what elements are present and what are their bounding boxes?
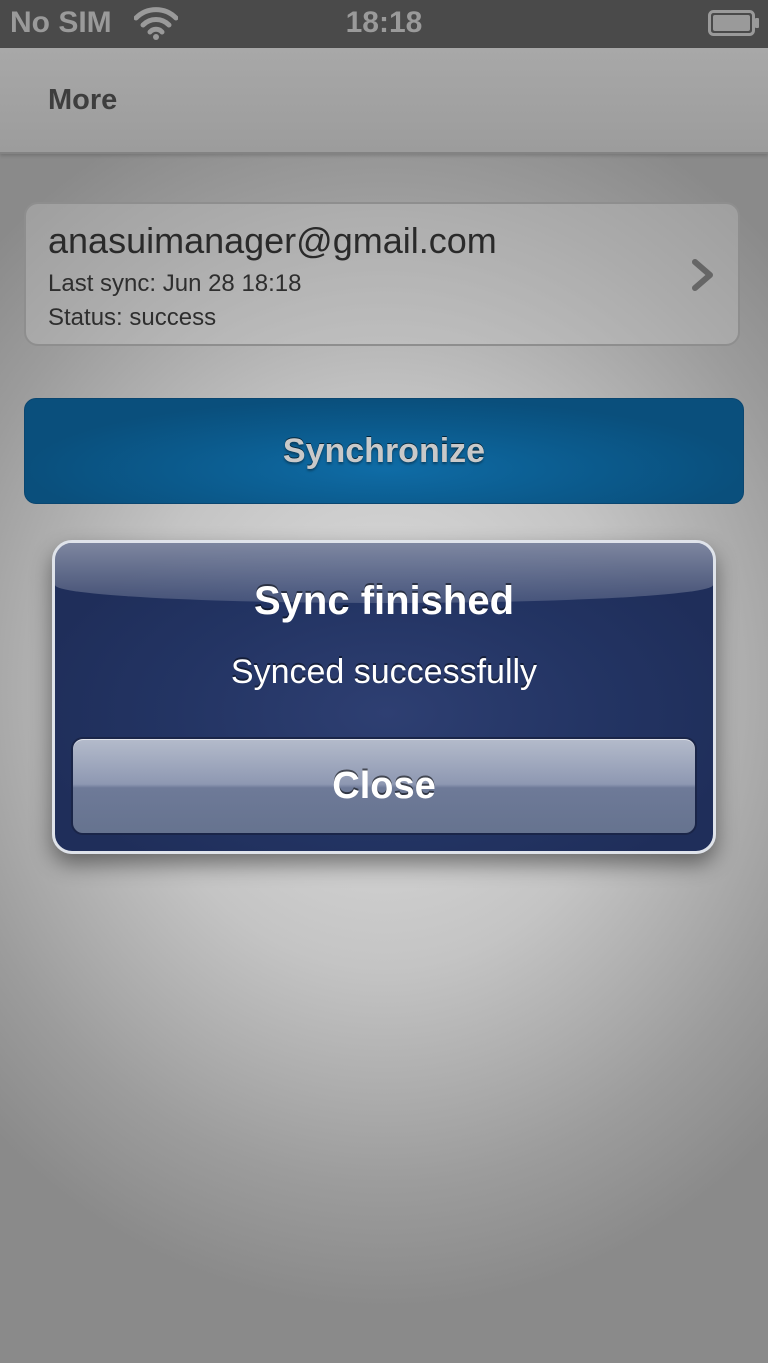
screen: No SIM 18:18 More anasuimanager@gmail.co… xyxy=(0,0,768,1363)
synchronize-button[interactable]: Synchronize xyxy=(24,398,744,504)
synchronize-button-label: Synchronize xyxy=(282,431,486,470)
navigation-bar: More xyxy=(0,48,768,154)
sync-status-label: Status: success xyxy=(48,304,217,331)
account-email: anasuimanager@gmail.com xyxy=(48,220,497,261)
close-button[interactable]: Close xyxy=(71,737,697,835)
status-bar: No SIM 18:18 xyxy=(0,0,768,48)
close-button-label: Close xyxy=(332,764,436,807)
alert-message: Synced successfully xyxy=(230,653,538,691)
account-row[interactable]: anasuimanager@gmail.com Last sync: Jun 2… xyxy=(24,202,740,346)
last-sync-label: Last sync: Jun 28 18:18 xyxy=(48,270,302,297)
page-title: More xyxy=(48,84,118,116)
chevron-right-icon xyxy=(692,259,713,291)
status-time: 18:18 xyxy=(345,6,423,39)
battery-icon xyxy=(708,10,759,36)
alert-title: Sync finished xyxy=(253,579,515,623)
alert-dialog: Sync finished Synced successfully Close xyxy=(52,540,716,854)
